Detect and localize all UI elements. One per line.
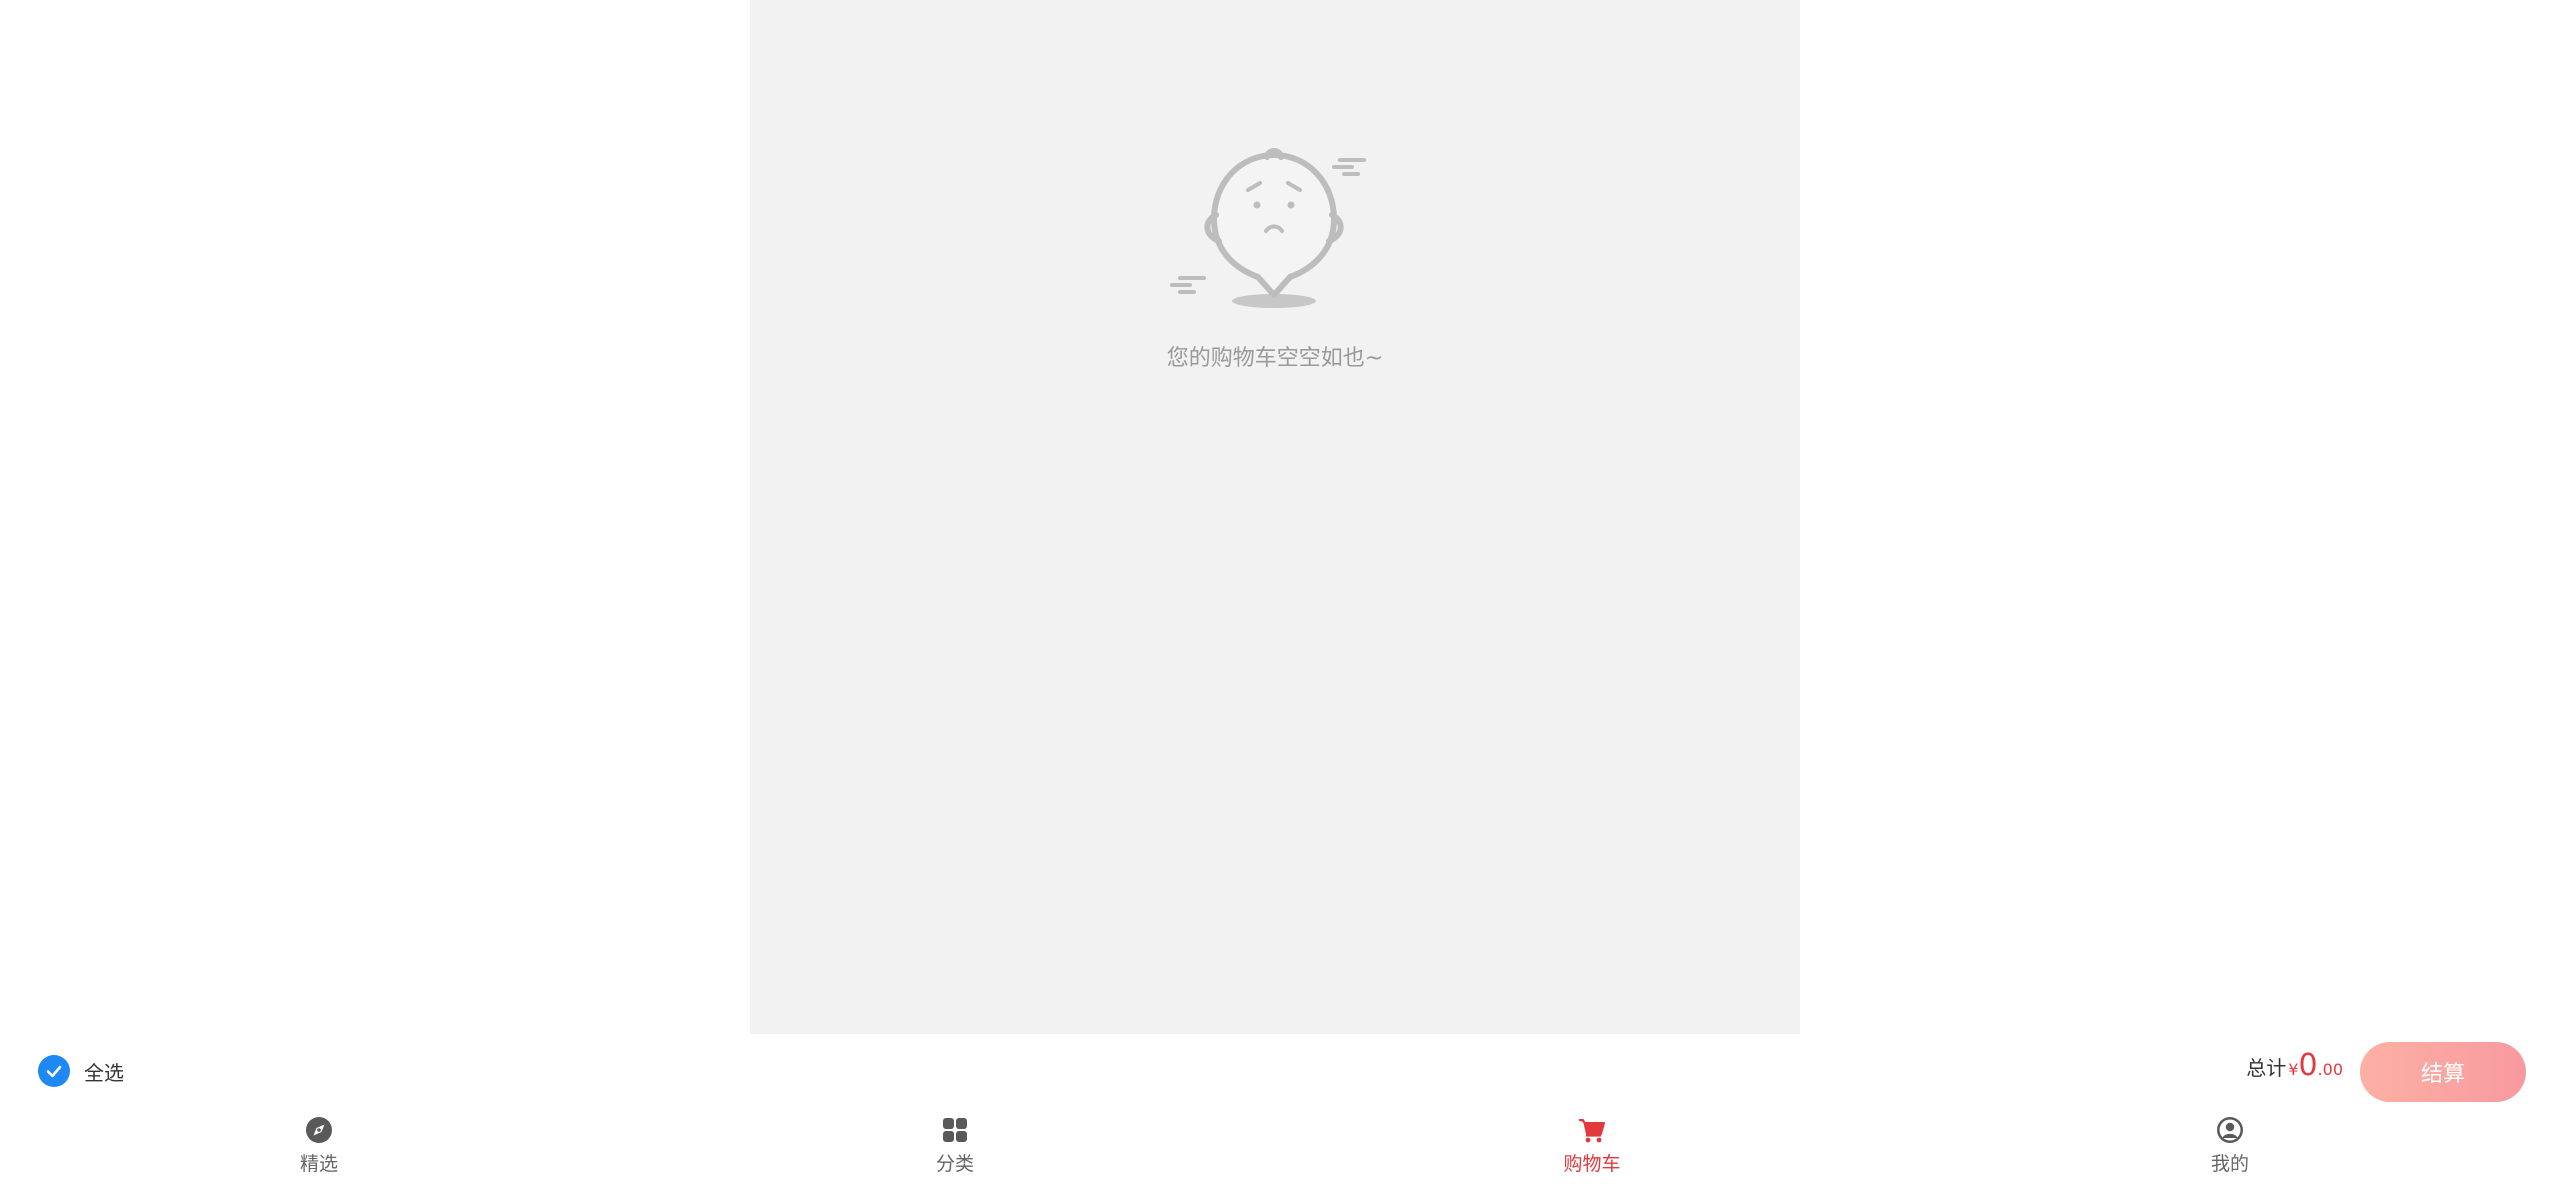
empty-cart-illustration — [1170, 148, 1366, 308]
select-all-label: 全选 — [84, 1060, 124, 1085]
bottom-tab-bar: 精选 分类 购物车 我的 — [0, 1108, 2549, 1184]
tab-label: 我的 — [2210, 1153, 2249, 1175]
select-all-toggle[interactable]: 全选 — [38, 1055, 124, 1087]
total-amount-integer: 0 — [2298, 1048, 2318, 1083]
checkout-button[interactable]: 结算 — [2360, 1042, 2526, 1102]
checkout-bar: 全选 总计 ¥ 0 .00 结算 — [0, 1040, 2549, 1104]
grid-icon — [943, 1118, 967, 1142]
tab-categories[interactable]: 分类 — [875, 1108, 1035, 1184]
user-icon — [2217, 1117, 2243, 1143]
empty-cart-message: 您的购物车空空如也~ — [1166, 346, 1384, 371]
total-amount-decimal: .00 — [2317, 1060, 2343, 1079]
tab-featured[interactable]: 精选 — [239, 1108, 399, 1184]
currency-symbol: ¥ — [2288, 1060, 2299, 1079]
compass-icon — [306, 1117, 332, 1143]
total-price: 总计 ¥ 0 .00 — [2246, 1048, 2343, 1098]
checkmark-icon[interactable] — [38, 1055, 70, 1087]
total-label: 总计 — [2246, 1056, 2287, 1080]
cart-icon — [1579, 1119, 1605, 1143]
tab-profile[interactable]: 我的 — [2150, 1108, 2310, 1184]
tab-label: 分类 — [935, 1153, 974, 1175]
tab-label: 购物车 — [1563, 1153, 1621, 1175]
tab-label: 精选 — [299, 1153, 338, 1175]
tab-cart[interactable]: 购物车 — [1512, 1108, 1672, 1184]
